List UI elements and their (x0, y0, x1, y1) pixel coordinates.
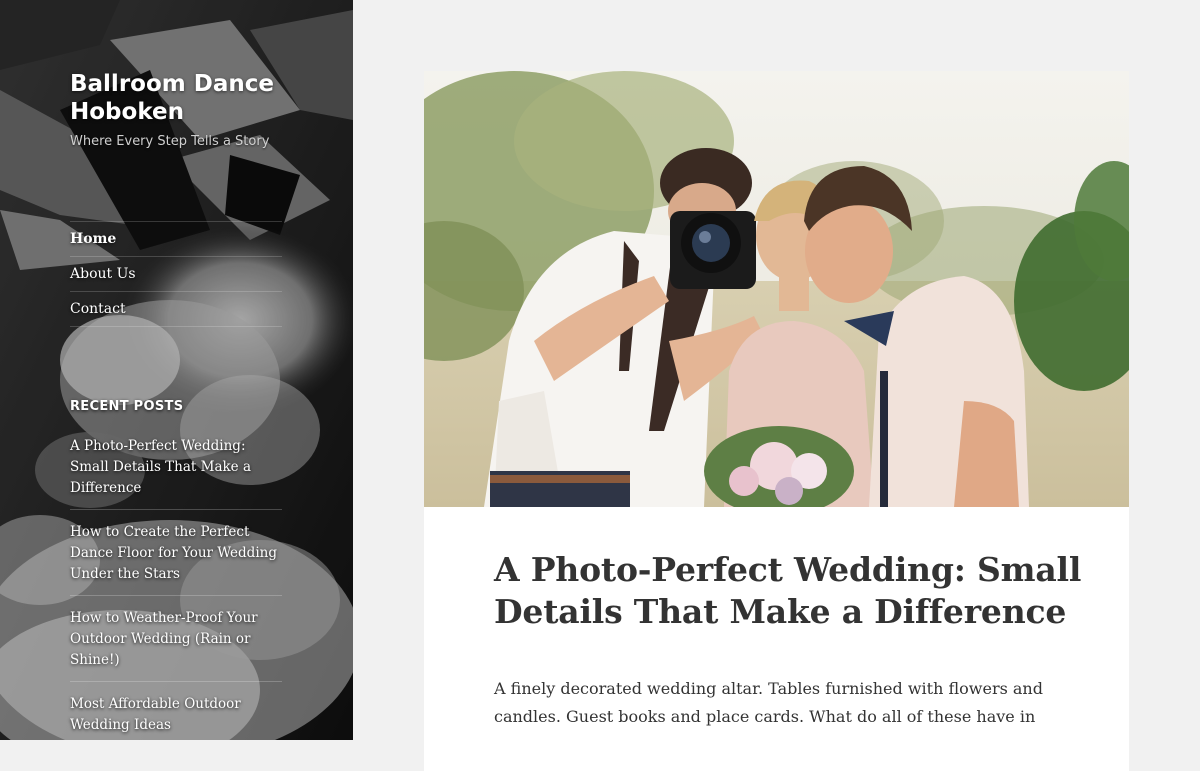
sidebar-content: Ballroom Dance Hoboken Where Every Step … (70, 70, 282, 740)
post-title[interactable]: A Photo-Perfect Wedding: Small Details T… (494, 549, 1094, 633)
nav-item-about-us[interactable]: About Us (70, 257, 282, 292)
sidebar: Ballroom Dance Hoboken Where Every Step … (0, 0, 353, 740)
post-excerpt: A finely decorated wedding altar. Tables… (494, 679, 1043, 726)
recent-post-link[interactable]: A Photo-Perfect Wedding: Small Details T… (70, 436, 282, 510)
recent-posts-list: A Photo-Perfect Wedding: Small Details T… (70, 436, 282, 740)
nav-item-home[interactable]: Home (70, 222, 282, 257)
site-title-link[interactable]: Ballroom Dance Hoboken (70, 70, 282, 126)
recent-post-link[interactable]: How to Create the Perfect Dance Floor fo… (70, 522, 282, 596)
post-card: A Photo-Perfect Wedding: Small Details T… (424, 71, 1129, 771)
main-navigation: Home About Us Contact (70, 221, 282, 327)
site-tagline: Where Every Step Tells a Story (70, 134, 270, 149)
recent-posts-heading: RECENT POSTS (70, 399, 184, 414)
recent-post-link[interactable]: How to Weather-Proof Your Outdoor Weddin… (70, 608, 282, 682)
featured-image (424, 71, 1129, 507)
nav-item-contact[interactable]: Contact (70, 292, 282, 327)
featured-image-link[interactable] (424, 71, 1129, 507)
recent-post-link[interactable]: Most Affordable Outdoor Wedding Ideas (70, 694, 282, 740)
